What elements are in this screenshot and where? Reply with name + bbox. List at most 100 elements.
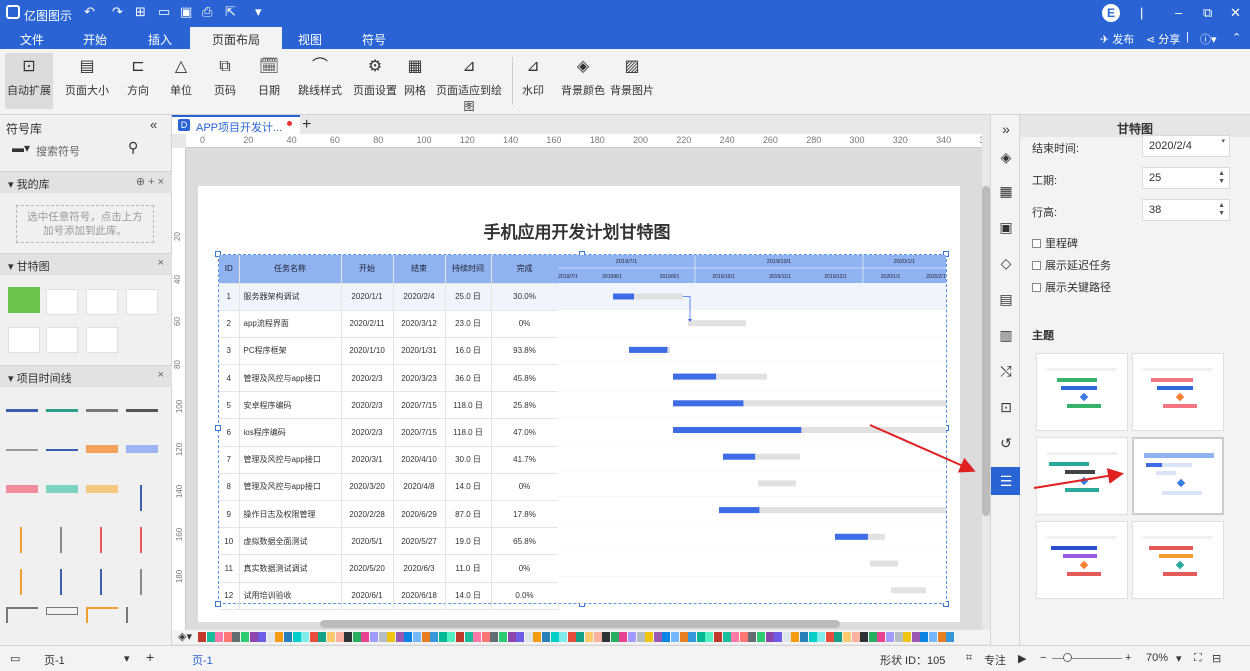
color-swatch[interactable]: [335, 632, 344, 642]
collapse-ribbon-icon[interactable]: ⌃: [1232, 31, 1241, 44]
fill-style-icon[interactable]: ◈: [996, 147, 1016, 167]
focus-label[interactable]: 专注: [984, 652, 1006, 668]
timeline-symbol[interactable]: [46, 485, 78, 493]
fit-page-icon[interactable]: ⛶: [1194, 652, 1202, 665]
my-lib-actions[interactable]: ⊕ + ×: [136, 175, 164, 188]
table-row[interactable]: 6 ios程序编码 2020/2/3 2020/7/15 118.0 日 47.0%: [219, 418, 559, 447]
table-row[interactable]: 5 安卓程序编码 2020/2/3 2020/7/15 118.0 日 25.8%: [219, 391, 559, 420]
timeline-symbol[interactable]: [20, 527, 22, 553]
page-setup-button[interactable]: ⚙ 页面设置: [353, 53, 397, 109]
timeline-symbol[interactable]: [6, 485, 38, 493]
gantt-symbol[interactable]: [46, 327, 78, 353]
color-swatch[interactable]: [653, 632, 662, 642]
color-swatch[interactable]: [361, 632, 370, 642]
color-swatch[interactable]: [825, 632, 834, 642]
color-swatch[interactable]: [610, 632, 619, 642]
color-swatch[interactable]: [688, 632, 697, 642]
page-layout-icon[interactable]: ▭: [10, 652, 20, 665]
show-critical-checkbox[interactable]: 展示关键路径: [1032, 279, 1111, 295]
timeline-symbol[interactable]: [100, 569, 102, 595]
zoom-value[interactable]: 70%: [1146, 652, 1168, 664]
timeline-symbol[interactable]: [60, 569, 62, 595]
timeline-symbol[interactable]: [6, 449, 38, 451]
table-row[interactable]: 11 真实数据测试调试 2020/5/20 2020/6/3 11.0 日 0%: [219, 554, 559, 583]
timeline-symbol[interactable]: [86, 409, 118, 412]
menu-insert[interactable]: 插入: [148, 31, 172, 48]
color-swatch[interactable]: [929, 632, 937, 642]
timeline-symbol[interactable]: [46, 409, 78, 412]
presentation-icon[interactable]: ⊡: [996, 397, 1016, 417]
vertical-scrollbar[interactable]: [982, 186, 990, 516]
print-icon[interactable]: ⎙: [202, 4, 212, 20]
zoom-slider-thumb[interactable]: [1063, 653, 1072, 662]
stepper-icon[interactable]: ▲ ▼: [1218, 170, 1225, 186]
section-gantt[interactable]: ▾ 甘特图 ×: [0, 253, 172, 275]
color-swatch[interactable]: [722, 632, 731, 642]
timeline-symbol[interactable]: [140, 569, 142, 595]
color-swatch[interactable]: [851, 632, 860, 642]
color-swatch[interactable]: [533, 632, 542, 642]
color-swatch[interactable]: [602, 632, 611, 642]
color-swatch[interactable]: [679, 632, 688, 642]
color-swatch[interactable]: [309, 632, 318, 642]
color-swatch[interactable]: [774, 632, 783, 642]
gantt-symbol[interactable]: [86, 289, 118, 315]
page-tab[interactable]: 页-1: [192, 652, 213, 668]
gantt-symbol[interactable]: [46, 289, 78, 315]
timeline-symbol[interactable]: [100, 527, 102, 553]
table-row[interactable]: 4 管理及风控与app接口 2020/2/3 2020/3/23 36.0 日 45.8%: [219, 364, 559, 393]
color-swatch[interactable]: [284, 632, 292, 642]
color-swatch[interactable]: [911, 632, 920, 642]
search-input[interactable]: 搜索符号: [36, 143, 80, 159]
color-swatch[interactable]: [782, 632, 791, 642]
color-swatch[interactable]: [636, 632, 645, 642]
color-swatch[interactable]: [404, 632, 413, 642]
timeline-symbol[interactable]: [86, 607, 118, 623]
menu-symbol[interactable]: 符号: [362, 31, 386, 48]
background-image-button[interactable]: ▨ 背景图片: [610, 53, 654, 109]
color-swatch[interactable]: [524, 632, 533, 642]
color-swatch[interactable]: [585, 632, 593, 642]
color-swatch[interactable]: [430, 632, 439, 642]
color-swatch[interactable]: [413, 632, 421, 642]
focus-icon[interactable]: ⌗: [966, 652, 972, 665]
close-section-icon[interactable]: ×: [158, 369, 164, 381]
avatar[interactable]: E: [1102, 4, 1120, 22]
color-swatch[interactable]: [765, 632, 774, 642]
color-swatch[interactable]: [241, 632, 249, 642]
color-swatch[interactable]: [576, 632, 585, 642]
color-swatch[interactable]: [739, 632, 748, 642]
auto-expand-button[interactable]: ⊡ 自动扩展: [5, 53, 53, 109]
color-swatch[interactable]: [344, 632, 353, 642]
color-swatch[interactable]: [567, 632, 576, 642]
color-swatch[interactable]: [714, 632, 722, 642]
layers-icon[interactable]: ◇: [996, 253, 1016, 273]
close-icon[interactable]: ✕: [1230, 5, 1241, 21]
color-swatch[interactable]: [481, 632, 490, 642]
date-button[interactable]: 🗓 日期: [252, 53, 286, 109]
grid-button[interactable]: ▦ 网格: [401, 53, 429, 109]
color-swatch[interactable]: [447, 632, 456, 642]
section-my-library[interactable]: ▾ 我的库 ⊕ + ×: [0, 171, 172, 193]
color-swatch[interactable]: [456, 632, 464, 642]
gantt-symbol[interactable]: [126, 289, 158, 315]
page-select[interactable]: 页-1: [44, 652, 65, 668]
color-swatch[interactable]: [395, 632, 404, 642]
image-icon[interactable]: ▣: [996, 217, 1016, 237]
export-icon[interactable]: ⇱: [225, 4, 236, 20]
color-swatch[interactable]: [894, 632, 903, 642]
unit-button[interactable]: △ 单位: [164, 53, 198, 109]
jump-line-button[interactable]: ⌒ 跳线样式: [296, 53, 344, 109]
color-swatch[interactable]: [258, 632, 267, 642]
page-icon[interactable]: ▥: [996, 325, 1016, 345]
color-swatch[interactable]: [438, 632, 447, 642]
color-swatch[interactable]: [808, 632, 817, 642]
table-row[interactable]: 1 服务器架构调试 2020/1/1 2020/2/4 25.0 日 30.0%: [219, 283, 559, 311]
color-swatch[interactable]: [378, 632, 387, 642]
menu-page-layout[interactable]: 页面布局: [190, 27, 283, 49]
layout-icon[interactable]: ▦: [996, 181, 1016, 201]
timeline-symbol[interactable]: [6, 409, 38, 412]
color-swatch[interactable]: [223, 632, 232, 642]
color-swatch[interactable]: [817, 632, 826, 642]
timeline-symbol[interactable]: [86, 445, 118, 453]
